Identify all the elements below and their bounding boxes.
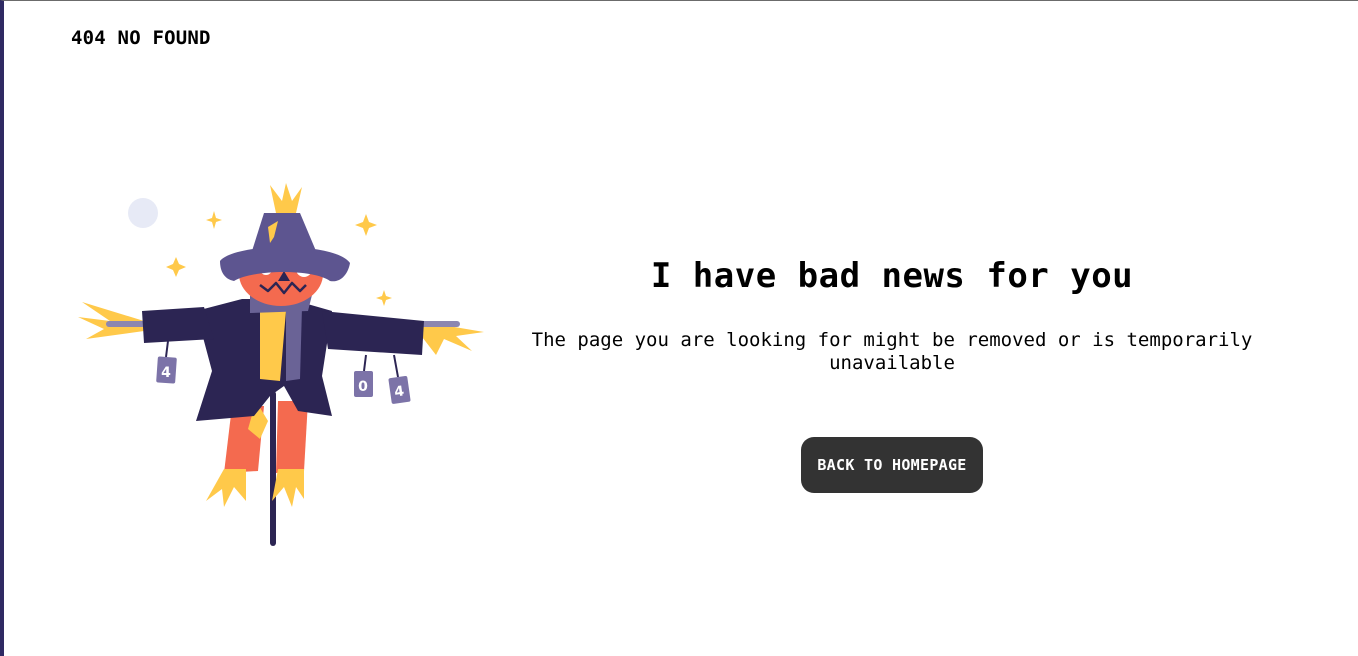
right-foot-straw (272, 469, 304, 507)
left-hand-straw (78, 302, 144, 339)
sparkle-icon (166, 257, 186, 277)
pole (270, 391, 276, 546)
right-sleeve (322, 311, 424, 355)
page-frame: 404 NO FOUND 4 0 4 I have bad news for y… (0, 0, 1358, 656)
hat-straw (270, 183, 302, 213)
left-sleeve (142, 307, 214, 343)
scarf-tail (286, 307, 302, 381)
back-to-homepage-button[interactable]: BACK TO HOMEPAGE (801, 437, 983, 493)
sparkle-icon (206, 211, 222, 229)
svg-text:0: 0 (358, 379, 368, 395)
error-headline: I have bad news for you (650, 256, 1134, 296)
can-middle: 0 (354, 371, 373, 397)
site-logo[interactable]: 404 NO FOUND (71, 27, 211, 49)
hat-crown (252, 213, 316, 251)
can-right: 4 (388, 375, 411, 404)
svg-text:4: 4 (161, 365, 171, 381)
moon-icon (128, 198, 158, 228)
scarecrow-illustration: 4 0 4 (78, 183, 484, 546)
left-foot-straw (206, 469, 246, 507)
error-message: The page you are looking for might be re… (531, 329, 1253, 374)
error-content: I have bad news for you The page you are… (500, 251, 1284, 493)
can-left: 4 (156, 356, 177, 384)
right-leg (276, 401, 308, 473)
sparkle-icon (355, 214, 377, 236)
sparkle-icon (376, 290, 392, 306)
